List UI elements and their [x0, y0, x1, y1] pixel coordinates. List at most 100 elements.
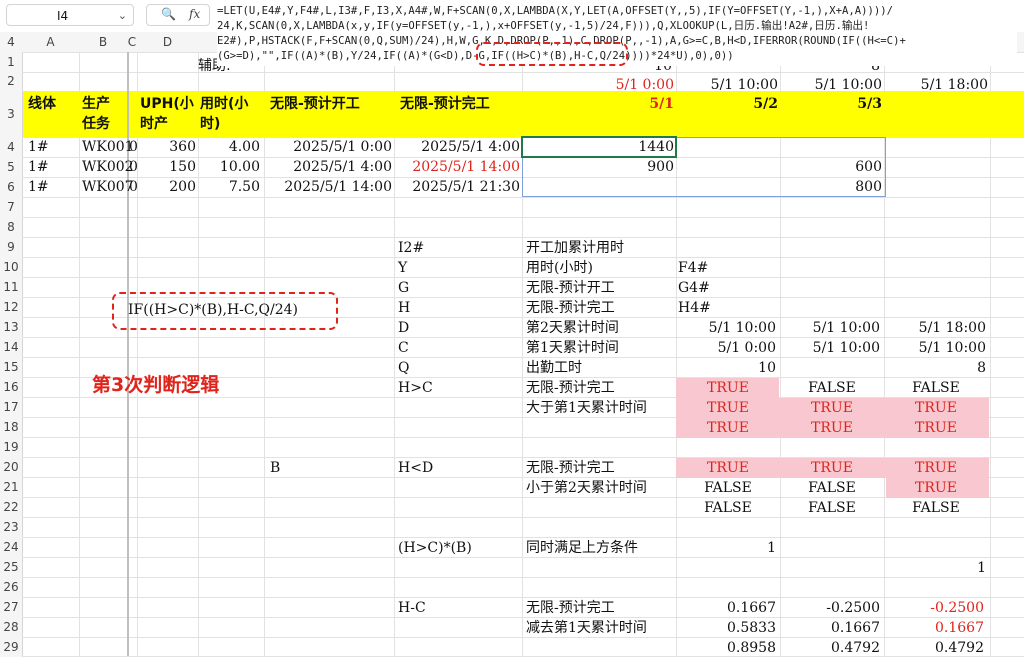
- value-cell[interactable]: FALSE: [884, 498, 988, 518]
- value-cell[interactable]: FALSE: [676, 478, 780, 498]
- col-header-a[interactable]: A: [22, 32, 79, 52]
- row-number[interactable]: 10: [0, 257, 22, 277]
- date-cell[interactable]: 5/1 18:00: [884, 75, 988, 95]
- value-cell[interactable]: 0.4792: [884, 638, 984, 658]
- table-cell[interactable]: 1#: [28, 137, 68, 157]
- row-number[interactable]: 4: [0, 137, 22, 157]
- row-number[interactable]: 17: [0, 397, 22, 417]
- value-cell[interactable]: TRUE: [676, 458, 780, 478]
- table-cell[interactable]: WK007: [82, 177, 134, 197]
- table-cell[interactable]: 2025/5/1 14:00: [266, 177, 392, 197]
- table-cell[interactable]: 10.00: [200, 157, 260, 177]
- table-cell[interactable]: 2025/5/1 0:00: [266, 137, 392, 157]
- value-cell[interactable]: 0.5833: [676, 618, 776, 638]
- value-cell[interactable]: FALSE: [884, 378, 988, 398]
- row-number[interactable]: 3: [0, 91, 22, 137]
- row-number[interactable]: 23: [0, 517, 22, 537]
- row-number[interactable]: 9: [0, 237, 22, 257]
- var-b: B: [270, 460, 281, 476]
- value-cell[interactable]: TRUE: [676, 398, 780, 418]
- table-cell[interactable]: 4.00: [200, 137, 260, 157]
- value-cell[interactable]: 0.1667: [676, 598, 776, 618]
- value-cell[interactable]: TRUE: [780, 418, 884, 438]
- row-number[interactable]: 22: [0, 497, 22, 517]
- row-number[interactable]: 12: [0, 297, 22, 317]
- table-cell[interactable]: 0: [129, 177, 139, 197]
- value-cell[interactable]: 0.1667: [780, 618, 880, 638]
- table-cell[interactable]: 200: [140, 177, 196, 197]
- col-header-c[interactable]: C: [127, 32, 137, 52]
- date-cell[interactable]: 5/1 10:00: [676, 75, 778, 95]
- table-cell[interactable]: 7.50: [200, 177, 260, 197]
- value-cell[interactable]: 1: [676, 538, 776, 558]
- row-number[interactable]: 6: [0, 177, 22, 197]
- row-number[interactable]: 1: [0, 52, 22, 72]
- row-number[interactable]: 18: [0, 417, 22, 437]
- value-cell[interactable]: TRUE: [884, 478, 988, 498]
- row-number[interactable]: 16: [0, 377, 22, 397]
- table-cell[interactable]: 1#: [28, 157, 68, 177]
- value-cell[interactable]: TRUE: [884, 398, 988, 418]
- value-cell[interactable]: TRUE: [780, 398, 884, 418]
- row-number[interactable]: 13: [0, 317, 22, 337]
- header-hours: 用时(小时): [200, 96, 249, 132]
- row-number[interactable]: 7: [0, 197, 22, 217]
- date-cell[interactable]: 5/1 0:00: [560, 75, 674, 95]
- value-cell[interactable]: TRUE: [676, 378, 780, 398]
- value-cell[interactable]: FALSE: [780, 478, 884, 498]
- row-number[interactable]: 8: [0, 217, 22, 237]
- col-header-b[interactable]: B: [79, 32, 127, 52]
- row-number[interactable]: 20: [0, 457, 22, 477]
- value-cell: 5/1 10:00: [708, 320, 776, 336]
- row-number[interactable]: 24: [0, 537, 22, 557]
- row-number[interactable]: 28: [0, 617, 22, 637]
- row-number[interactable]: 11: [0, 277, 22, 297]
- value-cell[interactable]: -0.2500: [780, 598, 880, 618]
- value-cell[interactable]: TRUE: [884, 418, 988, 438]
- row-number[interactable]: 5: [0, 157, 22, 177]
- row-number[interactable]: 14: [0, 337, 22, 357]
- value-cell[interactable]: TRUE: [780, 458, 884, 478]
- header-day[interactable]: 5/3: [780, 94, 882, 114]
- table-cell[interactable]: 0: [129, 157, 139, 177]
- table-cell[interactable]: 360: [140, 137, 196, 157]
- row-number[interactable]: 21: [0, 477, 22, 497]
- var-name: H>C: [398, 380, 433, 396]
- col-header-d[interactable]: D: [137, 32, 198, 52]
- value-cell[interactable]: FALSE: [780, 378, 884, 398]
- table-cell[interactable]: 150: [140, 157, 196, 177]
- table-cell[interactable]: 2025/5/1 4:00: [396, 137, 520, 157]
- value-cell[interactable]: 1: [886, 558, 986, 578]
- value-cell[interactable]: 0.1667: [884, 618, 984, 638]
- row-number[interactable]: 29: [0, 637, 22, 657]
- fx-icon[interactable]: fx: [189, 7, 200, 21]
- date-cell[interactable]: 5/1 10:00: [780, 75, 882, 95]
- value-cell[interactable]: TRUE: [884, 458, 988, 478]
- row-number[interactable]: 25: [0, 557, 22, 577]
- row-number[interactable]: 15: [0, 357, 22, 377]
- row-number[interactable]: 2: [0, 72, 22, 91]
- header-day[interactable]: 5/1: [560, 94, 674, 114]
- row-number[interactable]: 27: [0, 597, 22, 617]
- zoom-icon[interactable]: 🔍: [161, 7, 176, 21]
- table-cell[interactable]: 0: [129, 137, 139, 157]
- table-cell[interactable]: WK002: [82, 157, 134, 177]
- table-cell[interactable]: 2025/5/1 4:00: [266, 157, 392, 177]
- value-cell[interactable]: -0.2500: [884, 598, 984, 618]
- header-day[interactable]: 5/2: [676, 94, 778, 114]
- name-box[interactable]: I4 ⌄: [6, 4, 134, 26]
- row-number[interactable]: 26: [0, 577, 22, 597]
- table-cell[interactable]: 2025/5/1 21:30: [396, 177, 520, 197]
- grid-line: [22, 537, 1024, 538]
- value-cell[interactable]: FALSE: [780, 498, 884, 518]
- table-cell[interactable]: 2025/5/1 14:00: [396, 157, 520, 177]
- value-cell[interactable]: FALSE: [676, 498, 780, 518]
- selected-cell[interactable]: [521, 136, 677, 158]
- table-cell[interactable]: 1#: [28, 177, 68, 197]
- value-cell[interactable]: TRUE: [676, 418, 780, 438]
- row-number[interactable]: 19: [0, 437, 22, 457]
- chevron-down-icon[interactable]: ⌄: [118, 5, 127, 27]
- table-cell[interactable]: WK001: [82, 137, 134, 157]
- value-cell[interactable]: 0.8958: [676, 638, 776, 658]
- value-cell[interactable]: 0.4792: [780, 638, 880, 658]
